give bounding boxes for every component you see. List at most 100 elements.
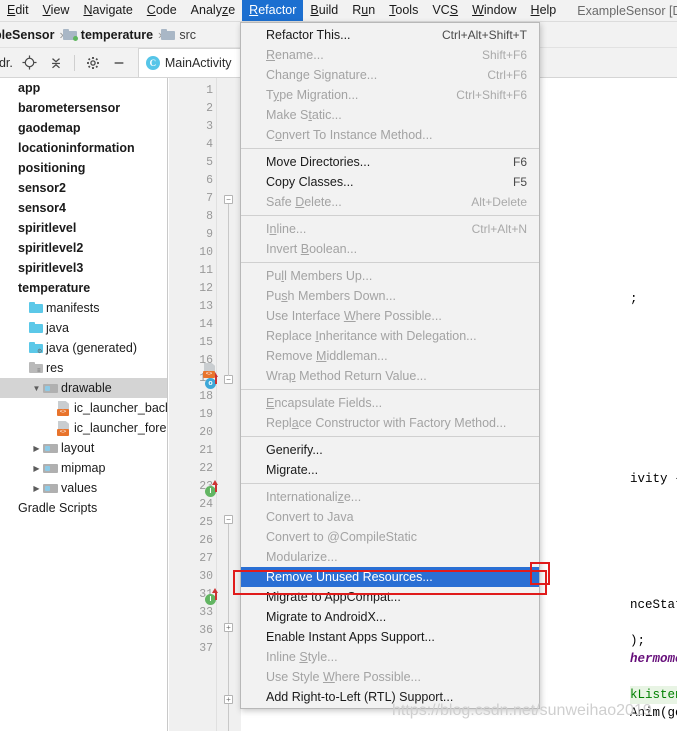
menu-item-migrate-to-androidx[interactable]: Migrate to AndroidX...	[241, 607, 539, 627]
tree-node-drawable[interactable]: ▼ drawable	[0, 378, 167, 398]
res-overlay-icon: ≡	[37, 368, 41, 374]
menu-item-refactor-this[interactable]: Refactor This... Ctrl+Alt+Shift+T	[241, 25, 539, 45]
tree-node-gradle-scripts[interactable]: Gradle Scripts	[0, 498, 167, 518]
breadcrumb-items: pleSensor › temperature › src	[0, 27, 196, 42]
menu-item-copy-classes[interactable]: Copy Classes... F5	[241, 172, 539, 192]
tree-node-manifests[interactable]: manifests	[0, 298, 167, 318]
menu-item-generify[interactable]: Generify...	[241, 440, 539, 460]
tree-node-gaodemap[interactable]: gaodemap	[0, 118, 167, 138]
fold-collapse-icon-3[interactable]: −	[224, 515, 233, 524]
menu-item-shortcut: F5	[512, 175, 527, 189]
twisty-collapsed-icon[interactable]: ▶	[30, 484, 43, 493]
tree-node-locationinformation[interactable]: locationinformation	[0, 138, 167, 158]
menu-navigate[interactable]: Navigate	[76, 0, 139, 21]
fold-collapse-icon-2[interactable]: −	[224, 375, 233, 384]
menu-item-label: Wrap Method Return Value...	[266, 369, 427, 383]
editor-tab-mainactivity[interactable]: C MainActivity	[137, 48, 240, 77]
tree-node-positioning[interactable]: positioning	[0, 158, 167, 178]
tree-node-res[interactable]: ≡ res	[0, 358, 167, 378]
tree-node-app[interactable]: app	[0, 78, 167, 98]
tree-node-sensor2[interactable]: sensor2	[0, 178, 167, 198]
menu-analyze[interactable]: Analyze	[184, 0, 242, 21]
tree-node-label: layout	[61, 441, 95, 455]
menu-edit[interactable]: Edit	[0, 0, 36, 21]
menu-item-rename: Rename... Shift+F6	[241, 45, 539, 65]
tree-node-label: ic_launcher_bacl	[74, 401, 167, 415]
menu-item-migrate[interactable]: Migrate...	[241, 460, 539, 480]
settings-gear-icon[interactable]	[82, 52, 104, 74]
fold-expand-icon[interactable]: +	[224, 623, 233, 632]
tree-node-java-generated[interactable]: ⚙ java (generated)	[0, 338, 167, 358]
implement-arrow-icon	[212, 480, 218, 485]
implement-arrow-stem-2	[215, 592, 217, 600]
class-icon: C	[145, 56, 160, 70]
code-fragment: ;	[630, 292, 638, 306]
menu-item-label: Move Directories...	[266, 155, 371, 169]
menu-tools[interactable]: Tools	[382, 0, 425, 21]
line-number: 6	[206, 174, 213, 187]
menu-item-label: Internationalize...	[266, 490, 362, 504]
locate-icon[interactable]	[19, 52, 41, 74]
folder-gray-icon	[43, 462, 58, 474]
menu-item-move-directories[interactable]: Move Directories... F6	[241, 152, 539, 172]
folder-gray-icon	[43, 442, 58, 454]
menu-separator	[241, 215, 539, 216]
tree-node-qualifier: (generated)	[72, 341, 138, 355]
project-tree-list: app barometersensor gaodemap locationinform…	[0, 78, 167, 518]
line-number: 1	[206, 84, 213, 97]
breadcrumb-item-plesensor[interactable]: pleSensor	[0, 28, 54, 42]
menu-vcs[interactable]: VCS	[425, 0, 465, 21]
fold-expand-icon-2[interactable]: +	[224, 695, 233, 704]
menu-item-label: Copy Classes...	[266, 175, 354, 189]
menu-view[interactable]: View	[36, 0, 77, 21]
menu-item-migrate-to-appcompat[interactable]: Migrate to AppCompat...	[241, 587, 539, 607]
menu-item-label: Convert to Java	[266, 510, 354, 524]
project-view-label[interactable]: ndr.	[0, 56, 17, 70]
tree-node-java[interactable]: java	[0, 318, 167, 338]
tree-node-spiritlevel[interactable]: spiritlevel	[0, 218, 167, 238]
twisty-collapsed-icon[interactable]: ▶	[30, 464, 43, 473]
tree-node-ic-launcher-bacl[interactable]: ic_launcher_bacl	[0, 398, 167, 418]
menu-code[interactable]: Code	[140, 0, 184, 21]
menu-help[interactable]: Help	[524, 0, 564, 21]
collapse-all-icon[interactable]	[45, 52, 67, 74]
tree-node-spiritlevel2[interactable]: spiritlevel2	[0, 238, 167, 258]
editor-fold-gutter[interactable]: − − − + + + +	[217, 78, 241, 731]
menu-item-label: Enable Instant Apps Support...	[266, 630, 435, 644]
breadcrumb-item-src[interactable]: src	[161, 28, 196, 42]
tree-node-mipmap[interactable]: ▶ mipmap	[0, 458, 167, 478]
editor-gutter[interactable]: 1234567891011121314151617181920212223242…	[169, 78, 217, 731]
twisty-expanded-icon[interactable]: ▼	[30, 384, 43, 393]
menu-run[interactable]: Run	[345, 0, 382, 21]
menu-separator	[241, 262, 539, 263]
twisty-collapsed-icon[interactable]: ▶	[30, 444, 43, 453]
menu-item-enable-instant-apps-support[interactable]: Enable Instant Apps Support...	[241, 627, 539, 647]
menu-item-remove-unused-resources[interactable]: Remove Unused Resources...	[241, 567, 539, 587]
breadcrumb-item-temperature[interactable]: temperature	[62, 28, 153, 42]
menu-refactor[interactable]: Refactor	[242, 0, 304, 21]
menu-item-label: Modularize...	[266, 550, 338, 564]
menu-item-wrap-method-return-value: Wrap Method Return Value...	[241, 366, 539, 386]
project-tree[interactable]: app barometersensor gaodemap locationinform…	[0, 78, 168, 731]
breadcrumb-label: src	[179, 27, 197, 42]
tree-node-values[interactable]: ▶ values	[0, 478, 167, 498]
menu-build[interactable]: Build	[303, 0, 345, 21]
fold-collapse-icon[interactable]: −	[224, 195, 233, 204]
tree-node-spiritlevel3[interactable]: spiritlevel3	[0, 258, 167, 278]
refactor-menu[interactable]: Refactor This... Ctrl+Alt+Shift+T Rename..…	[240, 22, 540, 709]
line-number: 19	[199, 408, 213, 421]
code-fragment: nceState) {	[630, 598, 677, 612]
menu-item-label: Inline Style...	[266, 650, 338, 664]
implement-arrow-stem	[215, 484, 217, 492]
tree-node-label: temperature	[18, 281, 91, 295]
hide-panel-icon[interactable]	[108, 52, 130, 74]
tree-node-layout[interactable]: ▶ layout	[0, 438, 167, 458]
tree-node-label: sensor2	[18, 181, 66, 195]
menu-item-change-signature: Change Signature... Ctrl+F6	[241, 65, 539, 85]
menu-window[interactable]: Window	[465, 0, 523, 21]
tree-node-sensor4[interactable]: sensor4	[0, 198, 167, 218]
tree-node-ic-launcher-fore[interactable]: ic_launcher_fore	[0, 418, 167, 438]
code-fragment: hermometer);	[630, 652, 677, 666]
tree-node-barometersensor[interactable]: barometersensor	[0, 98, 167, 118]
tree-node-temperature[interactable]: temperature	[0, 278, 167, 298]
